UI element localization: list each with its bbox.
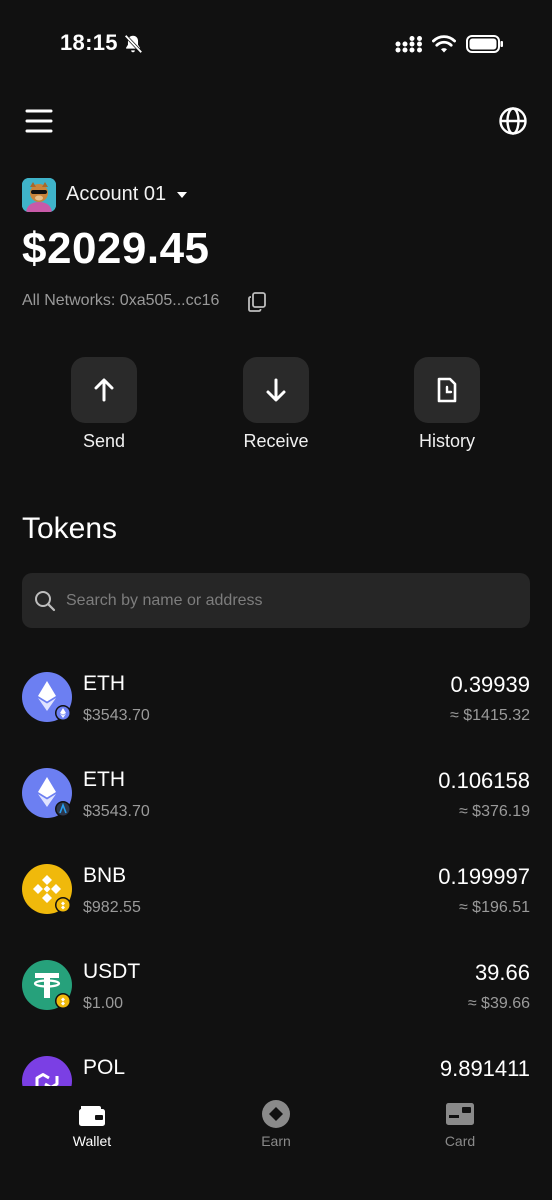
- token-row-pol[interactable]: POL 9.891411: [0, 1044, 552, 1086]
- account-name[interactable]: Account 01: [66, 183, 166, 206]
- bnb-logo-icon: [22, 864, 72, 914]
- eth-logo-icon: [22, 768, 72, 818]
- earn-icon: [262, 1100, 290, 1128]
- token-amount: 0.106158: [438, 768, 530, 793]
- token-value: ≈ $1415.32: [450, 707, 530, 724]
- bottom-navigation: Wallet Earn Card: [0, 1086, 552, 1200]
- nav-card[interactable]: Card: [400, 1098, 520, 1149]
- network-address: All Networks: 0xa505...cc16: [22, 292, 220, 309]
- token-symbol: POL: [83, 1056, 126, 1079]
- token-amount: 0.199997: [438, 864, 530, 889]
- token-amount: 0.39939: [450, 672, 530, 697]
- token-search[interactable]: [22, 573, 530, 628]
- token-price: $3543.70: [83, 707, 150, 724]
- tokens-heading: Tokens: [22, 512, 118, 545]
- card-icon: [446, 1103, 474, 1125]
- token-row-eth[interactable]: ETH $3543.70 0.39939 ≈ $1415.32: [0, 660, 552, 740]
- token-row-eth-arbitrum[interactable]: ETH $3543.70 0.106158 ≈ $376.19: [0, 756, 552, 836]
- token-value: ≈ $376.19: [458, 803, 530, 820]
- search-input[interactable]: [66, 591, 486, 610]
- receive-label: Receive: [243, 431, 309, 451]
- wifi-icon: [432, 35, 456, 53]
- send-icon-button[interactable]: [71, 357, 137, 423]
- send-label: Send: [82, 431, 126, 451]
- nav-earn[interactable]: Earn: [216, 1098, 336, 1149]
- nav-earn-label: Earn: [261, 1133, 291, 1149]
- token-symbol: ETH: [83, 672, 125, 695]
- token-value: ≈ $39.66: [467, 995, 530, 1012]
- nav-wallet[interactable]: Wallet: [32, 1098, 152, 1149]
- hamburger-menu-icon[interactable]: [25, 108, 53, 134]
- token-row-bnb[interactable]: BNB $982.55 0.199997 ≈ $196.51: [0, 852, 552, 932]
- token-symbol: USDT: [83, 960, 141, 983]
- wallet-screen: 18:15 Account 01 $2029.45 All Networks: …: [0, 0, 552, 1200]
- receive-button[interactable]: Receive: [216, 357, 336, 452]
- history-label: History: [418, 431, 475, 451]
- token-list: ETH $3543.70 0.39939 ≈ $1415.32 ETH $354…: [0, 660, 552, 1086]
- history-icon: [437, 377, 457, 403]
- nav-card-label: Card: [444, 1133, 476, 1149]
- receive-icon-button[interactable]: [243, 357, 309, 423]
- globe-icon[interactable]: [498, 106, 528, 136]
- usdt-logo-icon: [22, 960, 72, 1010]
- bell-muted-icon: [124, 34, 143, 54]
- token-price: $3543.70: [83, 803, 150, 820]
- wallet-icon: [79, 1106, 105, 1126]
- battery-icon: [466, 35, 503, 53]
- token-symbol: BNB: [83, 864, 127, 887]
- token-price: $982.55: [83, 899, 141, 916]
- signal-icon: [395, 36, 422, 53]
- total-balance: $2029.45: [22, 224, 210, 273]
- copy-icon[interactable]: [248, 292, 266, 312]
- token-value: ≈ $196.51: [458, 899, 530, 916]
- arrow-up-icon: [94, 378, 114, 402]
- eth-logo-icon: [22, 672, 72, 722]
- history-button[interactable]: History: [387, 357, 507, 452]
- nav-wallet-label: Wallet: [72, 1133, 112, 1149]
- status-time: 18:15: [60, 30, 118, 55]
- avatar[interactable]: [22, 178, 56, 212]
- pol-logo-icon: [22, 1056, 72, 1086]
- token-price: $1.00: [83, 995, 124, 1012]
- token-amount: 39.66: [474, 960, 530, 985]
- token-symbol: ETH: [83, 768, 125, 791]
- caret-down-icon[interactable]: [176, 190, 188, 200]
- arrow-down-icon: [266, 378, 286, 402]
- token-row-usdt[interactable]: USDT $1.00 39.66 ≈ $39.66: [0, 948, 552, 1028]
- token-amount: 9.891411: [439, 1056, 530, 1081]
- avatar-image-icon: [22, 178, 56, 212]
- history-icon-button[interactable]: [414, 357, 480, 423]
- search-icon: [35, 590, 56, 611]
- send-button[interactable]: Send: [44, 357, 164, 452]
